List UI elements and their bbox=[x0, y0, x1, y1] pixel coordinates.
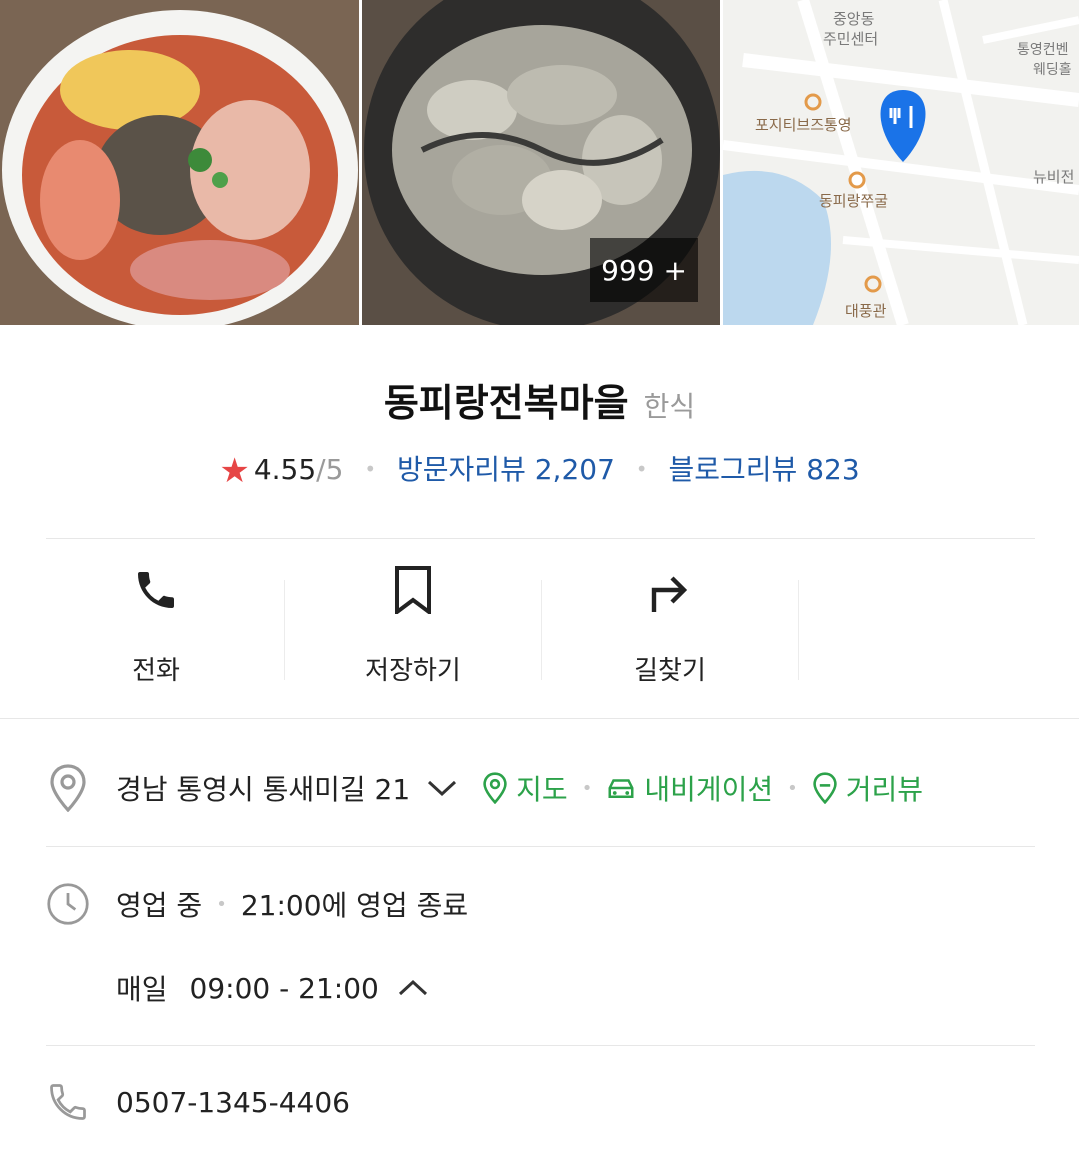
directions-button[interactable]: 길찾기 bbox=[542, 560, 798, 690]
separator-dot: • bbox=[364, 457, 377, 481]
address-text[interactable]: 경남 통영시 통새미길 21 bbox=[116, 768, 410, 808]
daily-time: 09:00 - 21:00 bbox=[189, 971, 379, 1005]
closing-time: 21:00에 영업 종료 bbox=[240, 889, 469, 922]
place-name: 동피랑전복마을 bbox=[383, 381, 629, 425]
divider bbox=[46, 538, 1035, 539]
location-pin-icon bbox=[46, 764, 90, 812]
divider bbox=[46, 846, 1035, 847]
clock-icon bbox=[46, 882, 90, 926]
map-label: 통영컨벤 bbox=[1017, 42, 1069, 58]
navigation-link-label: 내비게이션 bbox=[644, 773, 774, 806]
divider bbox=[46, 1045, 1035, 1046]
star-icon: ★ bbox=[219, 451, 250, 491]
blog-reviews-link[interactable]: 블로그리뷰 823 bbox=[669, 453, 860, 486]
street-view-icon bbox=[813, 772, 837, 804]
save-button[interactable]: 저장하기 bbox=[285, 560, 541, 690]
chevron-down-icon[interactable] bbox=[426, 778, 458, 798]
map-link[interactable]: 지도 bbox=[482, 768, 568, 808]
hours-row: 영업 중 • 21:00에 영업 종료 bbox=[46, 878, 1039, 930]
separator-dot: • bbox=[635, 457, 648, 481]
bookmark-icon bbox=[285, 560, 541, 620]
separator-dot: • bbox=[787, 777, 798, 799]
photo-oyster-rice[interactable]: 999 + bbox=[362, 0, 720, 325]
more-photos-badge[interactable]: 999 + bbox=[590, 238, 698, 302]
photo-abalone-noodles[interactable] bbox=[0, 0, 359, 325]
daily-label: 매일 bbox=[116, 973, 168, 1006]
open-status: 영업 중 bbox=[116, 889, 203, 922]
map-label: 중앙동 bbox=[833, 10, 875, 28]
map-label: 대풍관 bbox=[845, 302, 887, 320]
map-label: 포지티브즈통영 bbox=[755, 116, 852, 134]
phone-outline-icon bbox=[46, 1080, 90, 1124]
map-label: 동피랑쭈굴 bbox=[819, 192, 888, 210]
rating-row: ★ 4.55/5 • 방문자리뷰 2,207 • 블로그리뷰 823 bbox=[0, 448, 1079, 491]
place-title-row: 동피랑전복마을 한식 bbox=[0, 372, 1079, 427]
visitor-reviews-link[interactable]: 방문자리뷰 2,207 bbox=[397, 453, 615, 486]
phone-number[interactable]: 0507-1345-4406 bbox=[116, 1086, 350, 1119]
phone-row: 0507-1345-4406 bbox=[46, 1076, 1039, 1128]
car-icon bbox=[608, 779, 634, 798]
map-label: 뉴비전 bbox=[1033, 168, 1074, 186]
photo-strip: 999 + 중앙동 주민센터 통영컨벤 웨딩홀 포지티브즈통영 뉴비전 동피랑쭈… bbox=[0, 0, 1079, 325]
directions-label: 길찾기 bbox=[634, 656, 706, 686]
map-thumbnail[interactable]: 중앙동 주민센터 통영컨벤 웨딩홀 포지티브즈통영 뉴비전 동피랑쭈굴 대풍관 bbox=[723, 0, 1079, 325]
call-button[interactable]: 전화 bbox=[28, 560, 284, 690]
map-label: 웨딩홀 bbox=[1033, 62, 1072, 78]
rating-max: /5 bbox=[316, 453, 344, 486]
place-category: 한식 bbox=[643, 390, 696, 423]
phone-icon bbox=[28, 560, 284, 620]
rating-value: 4.55 bbox=[253, 453, 317, 486]
save-label: 저장하기 bbox=[365, 656, 461, 686]
separator-dot: • bbox=[581, 777, 593, 799]
separator-dot: • bbox=[216, 893, 227, 915]
address-row: 경남 통영시 통새미길 21 지도 • 내비게이션 • 거리뷰 bbox=[46, 762, 1039, 814]
chevron-up-icon[interactable] bbox=[397, 978, 429, 998]
navigation-link[interactable]: 내비게이션 bbox=[606, 768, 773, 808]
map-pin-outline-icon bbox=[483, 772, 507, 804]
street-view-link-label: 거리뷰 bbox=[845, 773, 924, 806]
daily-hours-row[interactable]: 매일 09:00 - 21:00 bbox=[46, 962, 1039, 1014]
street-view-link[interactable]: 거리뷰 bbox=[812, 768, 923, 808]
map-link-label: 지도 bbox=[516, 773, 568, 806]
divider bbox=[798, 580, 799, 680]
call-label: 전화 bbox=[132, 656, 180, 686]
action-bar: 전화 저장하기 길찾기 bbox=[28, 560, 1058, 690]
divider bbox=[0, 718, 1079, 719]
directions-icon bbox=[542, 560, 798, 620]
map-label: 주민센터 bbox=[823, 30, 878, 48]
